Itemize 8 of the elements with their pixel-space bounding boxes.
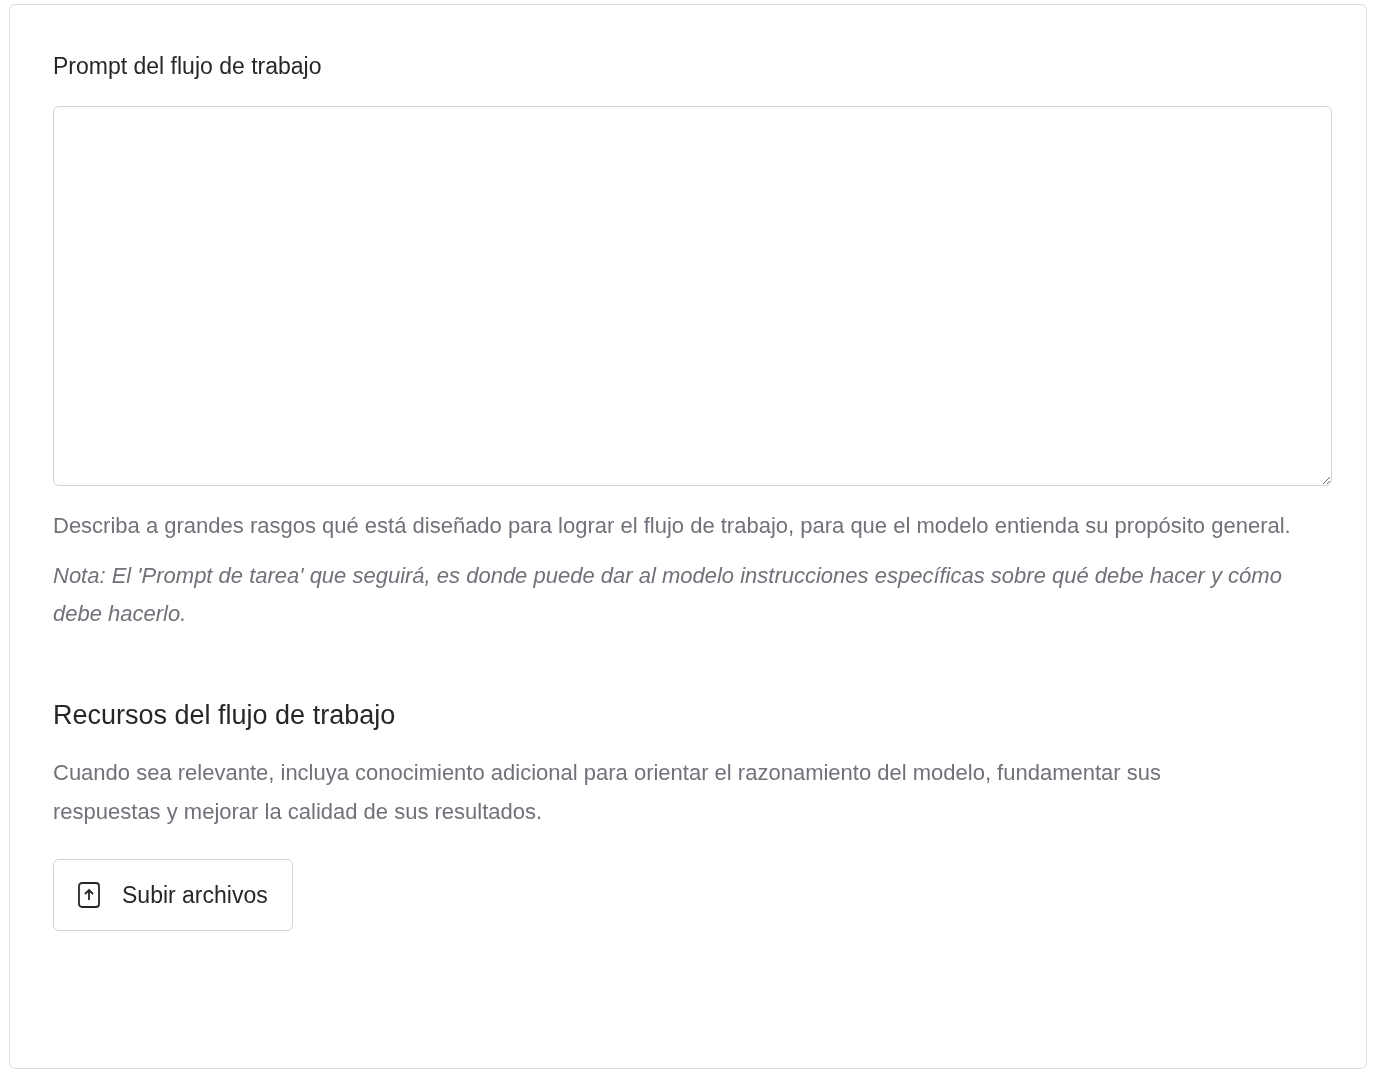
section-heading: Recursos del flujo de trabajo — [53, 699, 397, 732]
section-description: Cuando sea relevante, incluya conocimiento adicional para orientar el razonamiento del modelo, fundamentar sus respuestas y mejorar la calidad de sus resultados. — [53, 759, 1162, 826]
upload-button[interactable]: Subir archivos — [53, 859, 293, 931]
note-text: Nota: El 'Prompt de tarea' que seguirá, es donde puede dar al modelo instrucciones específicas sobre qué debe hacer y cómo debe hacerlo. — [53, 562, 1283, 628]
help-text: Describa a grandes rasgos qué está diseñado para lograr el flujo de trabajo, para que el modelo entienda su propósito general. — [53, 512, 1292, 540]
prompt-textarea[interactable] — [53, 106, 1332, 486]
field-label: Prompt del flujo de trabajo — [53, 52, 323, 81]
file-upload-icon — [78, 882, 100, 908]
